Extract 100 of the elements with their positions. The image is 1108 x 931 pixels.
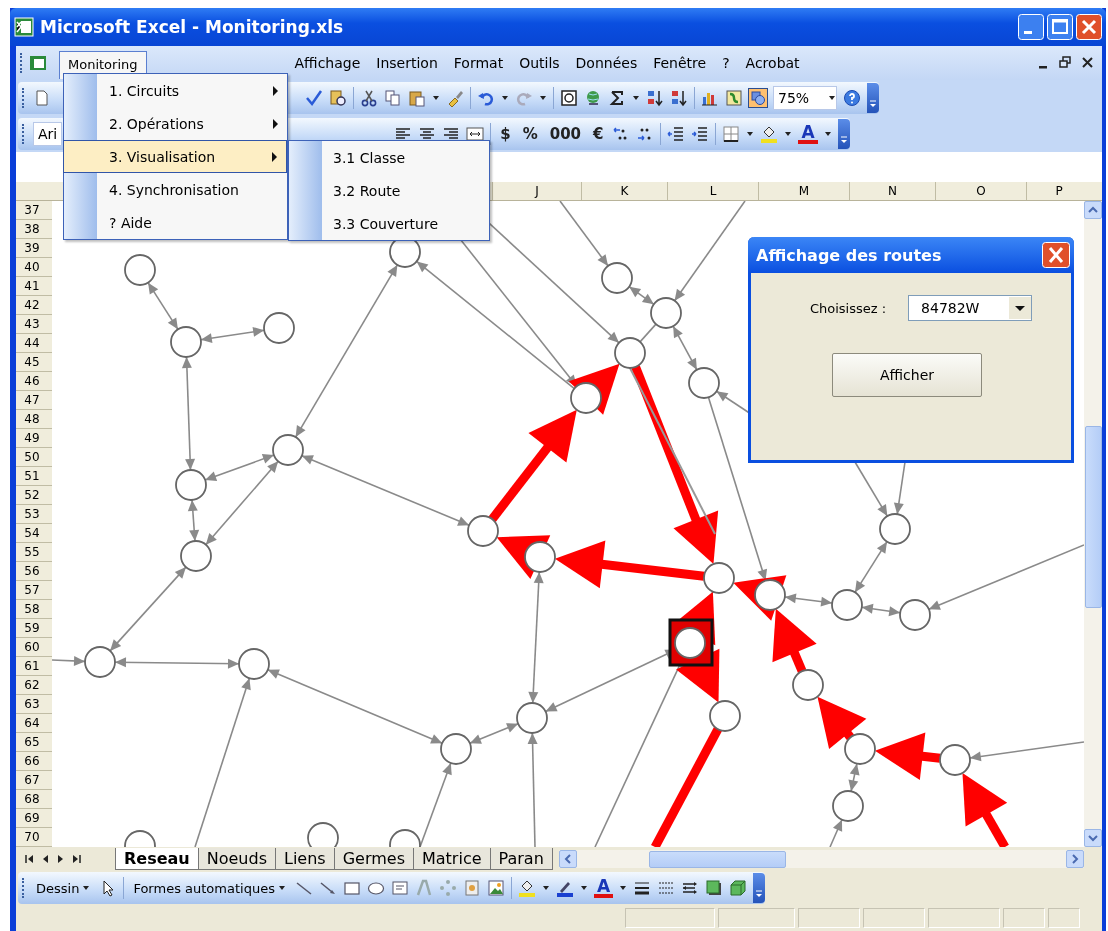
dropdown-caret-icon xyxy=(1009,297,1032,319)
menu-item[interactable]: Acrobat xyxy=(737,52,808,74)
restore-icon[interactable] xyxy=(1059,56,1071,70)
font-color-button[interactable]: A xyxy=(798,124,818,144)
line-style-icon[interactable] xyxy=(633,879,652,897)
decrease-indent-icon[interactable] xyxy=(667,125,686,143)
afficher-button[interactable]: Afficher xyxy=(832,353,982,397)
merge-center-icon[interactable] xyxy=(466,125,485,143)
route-dropdown[interactable]: 84782W xyxy=(908,295,1033,321)
format-painter-icon[interactable] xyxy=(446,89,464,107)
sheet-tab[interactable]: Matrice xyxy=(412,848,491,870)
menu-item[interactable]: ? Aide xyxy=(64,206,287,239)
format-button[interactable]: 000 xyxy=(546,125,584,143)
picture-icon[interactable] xyxy=(486,879,505,897)
sort-descending-icon[interactable] xyxy=(670,89,688,107)
font-field[interactable]: Ari xyxy=(33,122,63,146)
status-bar-panel xyxy=(928,908,1000,928)
network-node xyxy=(831,589,863,621)
scroll-down-icon[interactable] xyxy=(1084,829,1102,847)
menu-item[interactable]: 3.1 Classe xyxy=(289,141,489,174)
menu-item[interactable]: Fenêtre xyxy=(645,52,715,74)
scroll-left-icon[interactable] xyxy=(558,850,577,868)
scroll-right-icon[interactable] xyxy=(1066,850,1084,868)
borders-icon[interactable] xyxy=(722,125,741,143)
last-sheet-icon[interactable] xyxy=(72,853,82,865)
connector-arrow xyxy=(854,461,889,517)
connector-line xyxy=(639,323,657,343)
toolbar-options-icon[interactable] xyxy=(867,83,879,113)
3d-icon[interactable] xyxy=(729,879,748,897)
format-button[interactable]: $ xyxy=(497,125,514,143)
menu-item[interactable]: Format xyxy=(445,52,512,74)
fill-color-icon[interactable] xyxy=(517,879,536,897)
menu-item[interactable]: 3.2 Route xyxy=(289,174,489,207)
status-bar-panel xyxy=(798,908,860,928)
scroll-up-icon[interactable] xyxy=(1084,201,1102,219)
toolbar-menu[interactable]: Formes automatiques xyxy=(130,880,289,896)
help-icon[interactable] xyxy=(843,89,861,107)
rectangle-icon[interactable] xyxy=(342,879,361,897)
menu-item[interactable]: ? xyxy=(714,52,738,74)
toolbar-menu[interactable]: Dessin xyxy=(33,880,94,896)
network-node xyxy=(175,469,207,501)
menu-item[interactable]: 3.3 Couverture xyxy=(289,207,489,240)
maximize-icon[interactable] xyxy=(1047,14,1073,40)
menu-item[interactable]: Insertion xyxy=(368,52,446,74)
horizontal-scrollbar[interactable] xyxy=(558,850,1084,868)
workbook-icon[interactable] xyxy=(29,54,47,72)
scroll-thumb[interactable] xyxy=(648,850,786,868)
sheet-tab[interactable]: Paran xyxy=(489,848,553,870)
globe-link-icon[interactable] xyxy=(584,89,602,107)
sort-ascending-icon[interactable] xyxy=(646,89,664,107)
first-sheet-icon[interactable] xyxy=(24,853,34,865)
vertical-scrollbar[interactable] xyxy=(1084,201,1102,847)
menu-item[interactable]: 3. Visualisation xyxy=(63,140,287,173)
column-header[interactable]: K xyxy=(581,182,667,200)
column-header[interactable]: J xyxy=(492,182,581,200)
column-header[interactable]: O xyxy=(935,182,1026,200)
research-book-icon[interactable] xyxy=(329,89,347,107)
network-node xyxy=(754,579,786,611)
sheet-tab[interactable]: Noeuds xyxy=(197,848,276,870)
shadow-icon[interactable] xyxy=(705,879,724,897)
arrow-icon[interactable] xyxy=(318,879,337,897)
format-button[interactable]: % xyxy=(519,125,541,143)
fill-color-icon[interactable] xyxy=(760,125,779,143)
dash-style-icon[interactable] xyxy=(657,879,676,897)
column-header[interactable]: P xyxy=(1026,182,1091,200)
copy-icon[interactable] xyxy=(384,89,402,107)
map-icon[interactable] xyxy=(725,89,743,107)
format-button[interactable]: € xyxy=(590,125,607,143)
sheet-tab[interactable]: Liens xyxy=(274,848,335,870)
cut-icon[interactable] xyxy=(360,89,378,107)
menu-item[interactable]: 2. Opérations xyxy=(64,107,287,140)
line-icon[interactable] xyxy=(294,879,313,897)
new-document-icon[interactable] xyxy=(33,89,51,107)
font-color-button[interactable]: A xyxy=(593,878,614,898)
menu-item[interactable]: Outils xyxy=(511,52,568,74)
menu-item[interactable]: Affichage xyxy=(286,52,369,74)
paste-icon[interactable] xyxy=(408,89,426,107)
column-header[interactable]: M xyxy=(758,182,849,200)
increase-indent-icon[interactable] xyxy=(691,125,710,143)
network-node xyxy=(440,733,472,765)
status-bar-panel xyxy=(1048,908,1080,928)
column-header[interactable]: N xyxy=(849,182,935,200)
column-header[interactable]: L xyxy=(667,182,758,200)
network-node xyxy=(170,326,202,358)
zoom-dropdown[interactable]: 75% xyxy=(773,86,837,110)
toolbar-options-icon[interactable] xyxy=(837,119,850,149)
line-color-icon[interactable] xyxy=(555,879,574,897)
menu-item[interactable]: Données xyxy=(567,52,646,74)
network-node xyxy=(272,434,304,466)
drawing-icon[interactable] xyxy=(749,89,767,107)
clip-art-icon[interactable] xyxy=(462,879,481,897)
sheet-tab[interactable]: Germes xyxy=(333,848,414,870)
scroll-thumb[interactable] xyxy=(1084,426,1102,608)
sum-icon[interactable] xyxy=(608,89,626,107)
oval-icon[interactable] xyxy=(366,879,385,897)
menu-item[interactable]: 4. Synchronisation xyxy=(64,173,287,206)
close-icon[interactable] xyxy=(1081,56,1094,70)
spelling-check-icon[interactable] xyxy=(305,89,323,107)
toolbar-options-icon[interactable] xyxy=(753,873,766,903)
text-box-icon[interactable] xyxy=(390,879,409,897)
